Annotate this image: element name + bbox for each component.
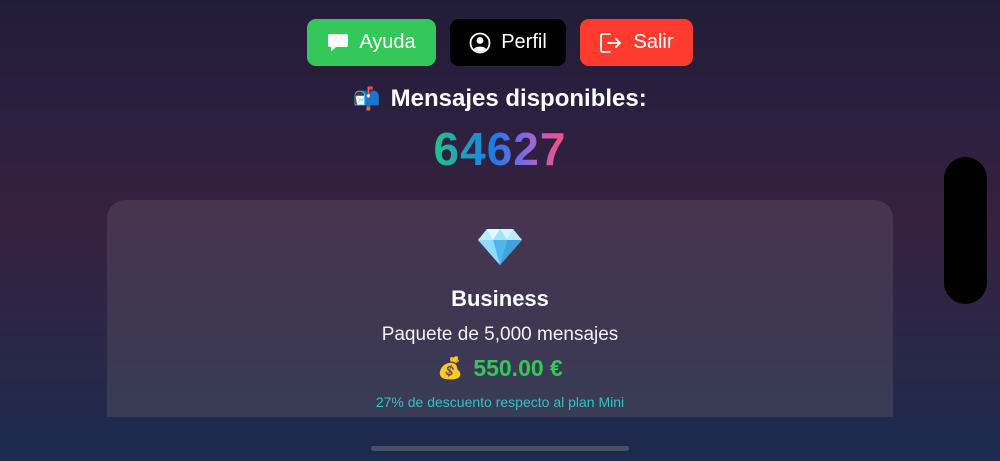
messages-heading-text: Mensajes disponibles: (390, 85, 647, 112)
messages-count: 64627 (0, 121, 1000, 177)
mailbox-icon: 📬 (353, 86, 381, 111)
user-circle-icon (469, 32, 491, 54)
profile-button-label: Perfil (501, 31, 547, 53)
plan-price: 💰 550.00 € (107, 355, 893, 382)
messages-heading: 📬 Mensajes disponibles: (0, 85, 1000, 113)
home-indicator[interactable] (371, 446, 629, 451)
messages-count-value: 64627 (433, 123, 567, 175)
logout-button[interactable]: Salir (580, 19, 693, 66)
chat-bubble-icon (327, 33, 349, 53)
plan-discount: 27% de descuento respecto al plan Mini (375, 394, 625, 410)
bottom-bar (0, 417, 1000, 461)
money-bag-icon: 💰 (437, 356, 464, 380)
plan-price-value: 550.00 € (473, 355, 563, 381)
profile-button[interactable]: Perfil (450, 19, 566, 66)
logout-button-label: Salir (633, 31, 674, 53)
side-handle[interactable] (944, 157, 987, 304)
help-button[interactable]: Ayuda (307, 19, 436, 66)
plan-description: Paquete de 5,000 mensajes (381, 324, 619, 345)
help-button-label: Ayuda (359, 31, 416, 53)
logout-icon (599, 32, 623, 54)
top-button-row: Ayuda Perfil Salir (0, 19, 1000, 66)
gem-icon (107, 227, 893, 267)
plan-name: Business (451, 286, 549, 311)
